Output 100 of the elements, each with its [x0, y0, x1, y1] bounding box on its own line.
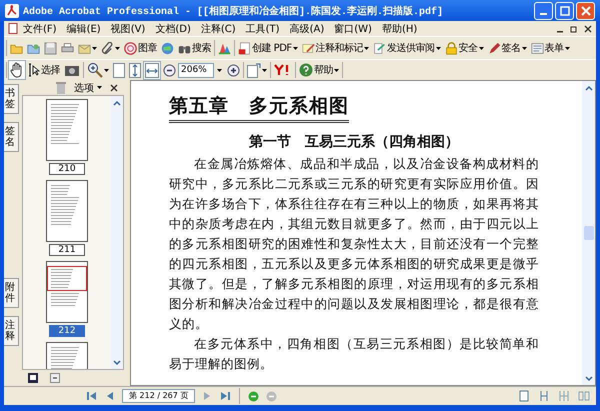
menu-item[interactable]: 帮助(H)	[376, 22, 422, 36]
page-number[interactable]: 211	[49, 244, 85, 256]
toolbar-button[interactable]: 创建 PDF	[236, 39, 300, 57]
toolbar-button[interactable]: 注释和标记	[300, 39, 372, 57]
scroll-up-icon[interactable]	[584, 83, 594, 93]
select-tool-button[interactable]: 选择	[26, 61, 62, 79]
restore-icon[interactable]	[570, 24, 578, 32]
hand-tool-button[interactable]	[8, 60, 26, 80]
toolbar-button[interactable]: 图章	[122, 39, 159, 57]
body-text-line: 易于理解的图例。	[169, 355, 274, 373]
chapter-heading: 第五章 多元系相图	[169, 93, 349, 123]
caret-icon	[262, 68, 267, 72]
toolbar-button[interactable]: 安全	[442, 39, 486, 57]
close-icon[interactable]	[110, 84, 118, 92]
caret-icon	[436, 46, 441, 50]
side-tab[interactable]: 附件	[4, 278, 19, 308]
menu-item[interactable]: 窗口(W)	[329, 22, 377, 36]
caret-icon[interactable]	[217, 68, 222, 72]
caret-icon	[522, 46, 527, 50]
scrollbar[interactable]	[111, 96, 123, 369]
pages-icon	[247, 62, 261, 78]
scrollbar-thumb[interactable]	[584, 226, 594, 240]
maximize-icon	[560, 6, 570, 16]
help-icon	[299, 63, 313, 77]
trash-icon[interactable]	[56, 82, 66, 94]
actual-size-button[interactable]	[111, 60, 127, 80]
hand-icon	[10, 62, 24, 78]
menu-item[interactable]: 高级(A)	[284, 22, 330, 36]
form-icon[interactable]	[530, 42, 544, 54]
close-icon[interactable]	[584, 24, 592, 32]
review-pages-icon[interactable]	[373, 42, 386, 54]
document-icon	[8, 23, 18, 34]
caret-icon	[364, 46, 370, 50]
body-text-line: 在多元体系中，四角相图（互易三元系相图）是比较简单和	[193, 335, 539, 353]
zoom-in-button[interactable]	[225, 62, 242, 78]
collapse-icon[interactable]	[50, 373, 60, 383]
previous-page-icon[interactable]	[105, 391, 115, 401]
view-area-frame[interactable]	[47, 266, 87, 291]
menu-item[interactable]: 文件(F)	[18, 22, 62, 36]
stamp-icon[interactable]	[124, 42, 137, 54]
page-thumbnail[interactable]	[46, 180, 88, 242]
page-number-field[interactable]: 第 212 / 267 页	[122, 389, 196, 403]
toolbar-button[interactable]: 发送供审阅	[371, 39, 443, 57]
page-layout-button[interactable]	[245, 60, 269, 80]
toolbar-icon-button[interactable]	[99, 40, 122, 56]
page-number[interactable]: 212	[49, 325, 85, 337]
scrollbar[interactable]	[582, 81, 595, 385]
side-tab[interactable]: 书签	[4, 84, 19, 114]
continuous-icon[interactable]	[538, 390, 550, 402]
body-text-line: 其微了。但是，了解多元系相图的原理，对运用现有的多元系相	[169, 275, 539, 293]
body-text-line: 为在许多场合下，体系往往存在有三种以上的物质，如果再将其	[169, 195, 539, 213]
zoom-out-button[interactable]	[161, 62, 178, 78]
plus-circle-icon	[227, 64, 240, 76]
text-cursor-icon	[28, 63, 40, 77]
page-thumbnail[interactable]	[46, 99, 88, 161]
body-text-line: 的多元系相图研究的困难性和复杂性太大，目前还没有一个完整	[169, 235, 539, 253]
note-pencil-icon[interactable]	[302, 42, 315, 54]
toolbar-button[interactable]: 签名	[486, 39, 529, 57]
caret-icon	[564, 46, 570, 50]
side-tab[interactable]: 签名	[4, 122, 19, 152]
zoom-in-tool-button[interactable]	[85, 60, 111, 80]
pdf-document-icon[interactable]	[238, 42, 251, 54]
close-icon	[580, 6, 590, 16]
scroll-up-icon[interactable]	[112, 98, 122, 108]
toolbar-button[interactable]: 表单	[528, 39, 572, 57]
padlock-icon[interactable]	[444, 42, 458, 54]
back-icon[interactable]	[248, 390, 260, 402]
side-tab[interactable]: 注释	[4, 316, 19, 346]
minimize-button[interactable]	[534, 2, 553, 20]
body-text-line: 在金属冶炼熔体、成品和半成品，以及冶金设备构成材料的	[193, 155, 539, 173]
paperclip-icon[interactable]	[101, 42, 114, 54]
caret-icon	[115, 46, 120, 50]
menu-item[interactable]: 注释(C)	[196, 22, 241, 36]
fit-page-button[interactable]	[127, 60, 143, 80]
section-heading: 第一节 互易三元系（四角相图）	[248, 133, 460, 151]
body-text-line: 的四元系相图，五元系以及更多元体系相图的研究成果更是微乎	[169, 255, 539, 273]
fit-width-button[interactable]	[143, 60, 161, 80]
maximize-button[interactable]	[555, 2, 574, 20]
help-button[interactable]: 帮助	[297, 61, 341, 79]
last-page-icon[interactable]	[219, 391, 232, 401]
body-text-line: 中的杂质考虑在内，其组元数目就更多了。然而，由于四元以上	[169, 215, 539, 233]
zoom-field[interactable]: 206%	[178, 62, 214, 78]
pen-icon[interactable]	[488, 42, 501, 54]
options-menu-button[interactable]: 选项	[74, 80, 102, 94]
page-number[interactable]: 210	[49, 163, 85, 175]
caret-icon	[92, 46, 97, 50]
close-button[interactable]	[576, 2, 595, 20]
single-page-icon[interactable]	[518, 390, 530, 402]
menu-item[interactable]: 编辑(E)	[62, 22, 106, 36]
caret-icon	[478, 46, 484, 50]
menu-item[interactable]: 视图(V)	[106, 22, 150, 36]
page-thumbnail[interactable]	[46, 261, 88, 323]
first-page-icon[interactable]	[86, 391, 98, 401]
book-icon[interactable]	[28, 373, 38, 383]
body-text-line: 义的。	[169, 315, 209, 333]
caret-icon	[334, 68, 339, 72]
toolbar-button[interactable]: 搜索	[176, 39, 213, 57]
menu-item[interactable]: 文档(D)	[150, 22, 196, 36]
menu-item[interactable]: 工具(T)	[240, 22, 285, 36]
page-icon	[113, 62, 125, 78]
